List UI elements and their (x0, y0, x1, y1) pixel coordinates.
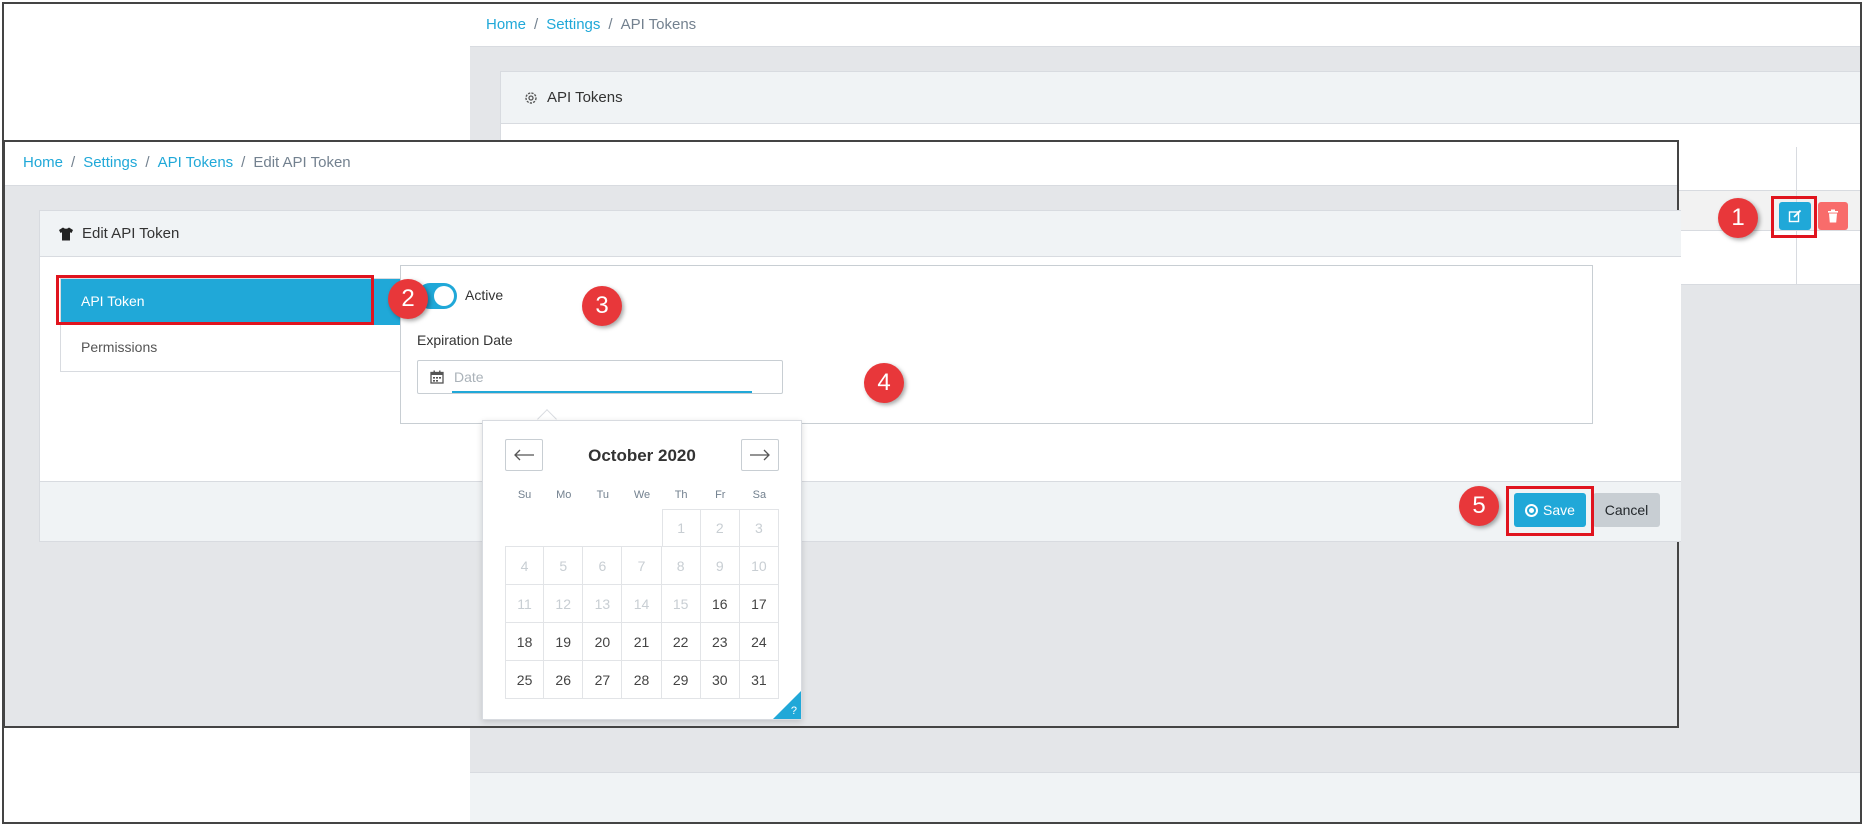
date-placeholder: Date (454, 369, 484, 385)
day-cell[interactable]: 25 (505, 661, 545, 699)
disabled-day-cell: 11 (505, 585, 545, 623)
disabled-day-cell: 8 (661, 547, 701, 585)
day-cell[interactable]: 30 (700, 661, 740, 699)
disabled-day-cell: 5 (544, 547, 584, 585)
empty-day-cell (505, 509, 545, 547)
calendar-icon (430, 370, 444, 384)
step-callout-4: 4 (864, 363, 904, 403)
weekday-label: Fr (715, 489, 726, 501)
day-cell[interactable]: 26 (544, 661, 584, 699)
day-cell[interactable]: 22 (661, 623, 701, 661)
card-title: Edit API Token (82, 225, 180, 242)
breadcrumb-separator: / (608, 16, 613, 33)
day-cell[interactable]: 23 (700, 623, 740, 661)
date-picker: October 2020 Su Mo Tu We Th Fr Sa 1 2 3 4 5 6 7 8 9 10 1… (482, 420, 802, 720)
card-footer (40, 481, 1681, 541)
highlight-api-token-tab (56, 275, 374, 325)
edit-api-token-window: Home / Settings / API Tokens / Edit API Token … (3, 140, 1681, 728)
disabled-day-cell: 3 (739, 509, 779, 547)
cancel-button[interactable]: Cancel (1593, 493, 1660, 527)
disabled-day-cell: 9 (700, 547, 740, 585)
day-cell[interactable]: 16 (700, 585, 740, 623)
day-cell[interactable]: 18 (505, 623, 545, 661)
expiration-date-input[interactable]: Date (417, 360, 783, 394)
disabled-day-cell: 10 (739, 547, 779, 585)
step-callout-3: 3 (582, 286, 622, 326)
day-cell[interactable]: 20 (583, 623, 623, 661)
next-month-button[interactable] (741, 439, 779, 471)
day-cell[interactable]: 19 (544, 623, 584, 661)
day-cell[interactable]: 24 (739, 623, 779, 661)
shirt-icon (59, 227, 73, 240)
edit-api-token-card: Edit API Token API Token Permissions Act… (39, 210, 1681, 542)
breadcrumb-edit-api-token: Edit API Token (253, 154, 351, 171)
step-callout-5: 5 (1459, 486, 1499, 526)
day-cell[interactable]: 21 (622, 623, 662, 661)
day-cell[interactable]: 27 (583, 661, 623, 699)
step-callout-1: 1 (1718, 198, 1758, 238)
weekday-label: Th (674, 489, 688, 501)
breadcrumb-settings[interactable]: Settings (546, 16, 600, 33)
panel-header: API Tokens (501, 72, 1860, 124)
breadcrumb-separator: / (534, 16, 539, 33)
background-footer (470, 772, 1860, 822)
breadcrumb-api-tokens: API Tokens (620, 16, 697, 33)
day-cell[interactable]: 17 (739, 585, 779, 623)
card-header: Edit API Token (40, 211, 1681, 257)
disabled-day-cell: 4 (505, 547, 545, 585)
breadcrumb: Home / Settings / API Tokens (470, 4, 1860, 47)
active-label: Active (465, 287, 504, 303)
gear-icon (525, 91, 537, 104)
help-icon[interactable]: ? (791, 705, 797, 717)
highlight-save-button (1506, 486, 1594, 536)
screenshot-stage: Home / Settings / API Tokens API Tokens (0, 0, 1864, 826)
day-cell[interactable]: 28 (622, 661, 662, 699)
toggle-knob (434, 286, 454, 306)
arrow-right-icon (750, 449, 770, 461)
day-cell[interactable]: 29 (661, 661, 701, 699)
token-form: Active Expiration Date Date (400, 265, 1593, 424)
empty-day-cell (544, 509, 584, 547)
expiration-date-label: Expiration Date (417, 332, 513, 348)
input-focus-underline (452, 391, 752, 393)
disabled-day-cell: 15 (661, 585, 701, 623)
calendar-day-grid: 1 2 3 4 5 6 7 8 9 10 11 12 13 14 15 16 17 18 19 20 21 22 23 24 2… (505, 509, 779, 699)
disabled-day-cell: 13 (583, 585, 623, 623)
step-callout-2: 2 (388, 279, 428, 319)
weekday-label: Tu (596, 489, 610, 501)
breadcrumb-settings[interactable]: Settings (83, 154, 137, 171)
breadcrumb-separator: / (241, 154, 246, 171)
disabled-day-cell: 2 (700, 509, 740, 547)
breadcrumb-home[interactable]: Home (23, 154, 63, 171)
weekday-label: We (633, 489, 651, 501)
breadcrumb-api-tokens[interactable]: API Tokens (158, 154, 234, 171)
weekday-label: Mo (556, 489, 572, 501)
panel-title: API Tokens (547, 89, 623, 106)
disabled-day-cell: 6 (583, 547, 623, 585)
disabled-day-cell: 14 (622, 585, 662, 623)
weekday-label: Su (517, 489, 532, 501)
trash-icon (1828, 209, 1838, 223)
empty-day-cell (583, 509, 623, 547)
delete-token-button[interactable] (1818, 202, 1848, 230)
disabled-day-cell: 12 (544, 585, 584, 623)
breadcrumb-separator: / (71, 154, 76, 171)
highlight-edit-button (1771, 196, 1817, 238)
disabled-day-cell: 7 (622, 547, 662, 585)
disabled-day-cell: 1 (661, 509, 701, 547)
weekday-header: Su Mo Tu We Th Fr Sa (505, 489, 779, 501)
weekday-label: Sa (752, 489, 767, 501)
breadcrumb-separator: / (145, 154, 150, 171)
breadcrumb-home[interactable]: Home (486, 16, 526, 33)
tab-permissions[interactable]: Permissions (61, 325, 437, 371)
empty-day-cell (622, 509, 662, 547)
breadcrumb: Home / Settings / API Tokens / Edit API Token (5, 142, 1677, 186)
